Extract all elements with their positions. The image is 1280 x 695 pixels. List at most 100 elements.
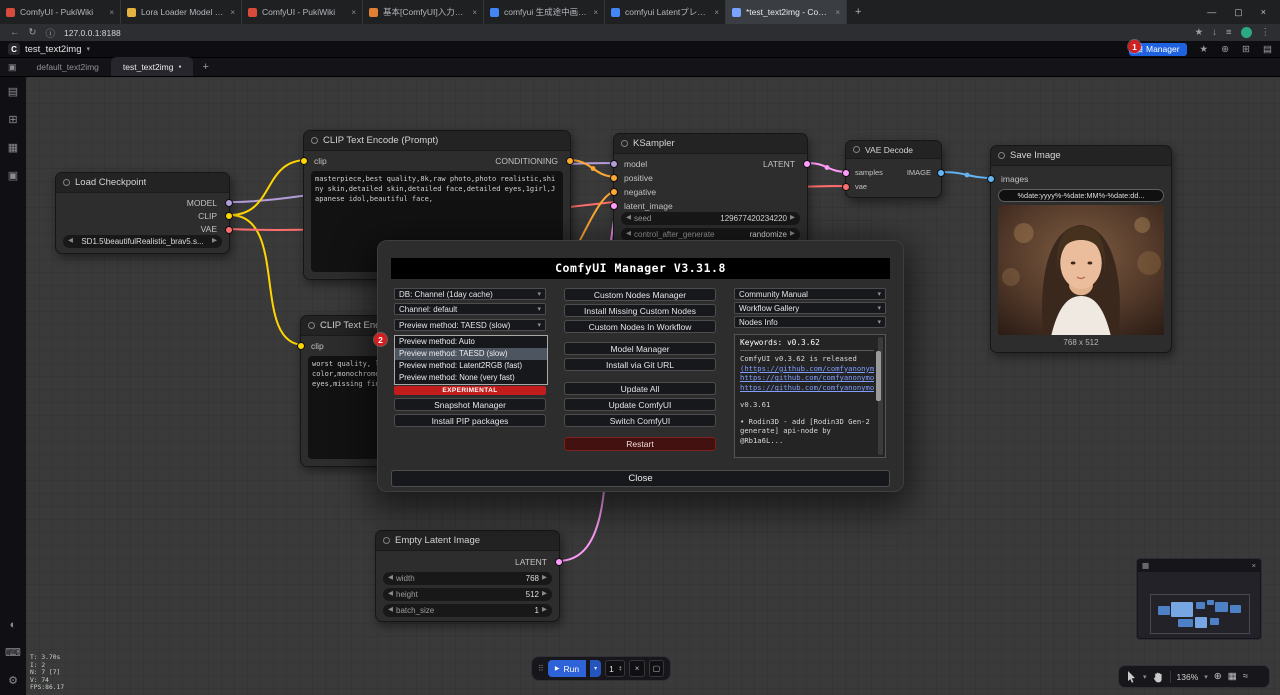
height-widget[interactable]: ◀ height 512 ▶ <box>383 588 552 601</box>
collapse-dot[interactable] <box>308 322 315 329</box>
minimap-close-icon[interactable]: × <box>1252 561 1256 570</box>
browser-menu-icon[interactable]: ⋮ <box>1261 27 1271 38</box>
run-button[interactable]: ▶ Run <box>548 660 586 677</box>
browser-tab[interactable]: comfyui Latentプレビュー - Google 検索× <box>605 0 726 24</box>
drag-handle-icon[interactable]: ⠿ <box>538 664 544 673</box>
new-workflow-button[interactable]: + <box>193 61 217 73</box>
tab-close-icon[interactable]: × <box>230 8 235 17</box>
browser-tab[interactable]: comfyui 生成途中画像 - Google 検索× <box>484 0 605 24</box>
dropdown-option[interactable]: Preview method: Latent2RGB (fast) <box>395 360 547 372</box>
tab-close-icon[interactable]: × <box>109 8 114 17</box>
minimap-toggle-icon[interactable]: ▦ <box>1228 672 1237 682</box>
left-arrow-icon[interactable]: ◀ <box>388 591 393 598</box>
site-info-icon[interactable]: ⓘ <box>45 26 55 40</box>
channel-select[interactable]: Channel: default▾ <box>394 303 546 315</box>
db-channel-select[interactable]: DB: Channel (1day cache)▾ <box>394 288 546 300</box>
left-arrow-icon[interactable]: ◀ <box>388 607 393 614</box>
right-arrow-icon[interactable]: ▶ <box>790 215 795 222</box>
port-positive-input[interactable] <box>610 174 618 182</box>
extensions-icon[interactable]: ≡ <box>1226 27 1232 38</box>
model-library-icon[interactable]: ▦ <box>8 141 18 154</box>
port-latent-output[interactable] <box>803 160 811 168</box>
workflows-icon[interactable]: ▣ <box>0 62 25 73</box>
browser-tab-active[interactable]: *test_text2img - ComfyUI× <box>726 0 847 24</box>
node-library-icon[interactable]: ⊞ <box>8 113 17 126</box>
run-options-chevron[interactable]: ▾ <box>590 660 601 677</box>
node-header[interactable]: KSampler <box>614 134 807 154</box>
select-tool-icon[interactable] <box>1127 671 1137 683</box>
node-header[interactable]: Save Image <box>991 146 1171 166</box>
zoom-level[interactable]: 136% <box>1177 672 1199 682</box>
port-latent-output[interactable] <box>555 558 563 566</box>
grid-view-icon[interactable]: ⊞ <box>1242 44 1250 55</box>
custom-nodes-manager-button[interactable]: Custom Nodes Manager <box>564 288 716 301</box>
collapse-dot[interactable] <box>311 137 318 144</box>
node-header[interactable]: CLIP Text Encode (Prompt) <box>304 131 570 151</box>
left-arrow-icon[interactable]: ◀ <box>388 575 393 582</box>
tab-close-icon[interactable]: × <box>472 8 477 17</box>
dropdown-option[interactable]: Preview method: None (very fast) <box>395 372 547 384</box>
back-icon[interactable]: ← <box>10 27 20 38</box>
nodes-info-select[interactable]: Nodes Info▾ <box>734 316 886 328</box>
install-pip-packages-button[interactable]: Install PIP packages <box>394 414 546 427</box>
shortcuts-icon[interactable]: ⌨ <box>5 646 21 659</box>
install-missing-custom-nodes-button[interactable]: Install Missing Custom Nodes <box>564 304 716 317</box>
install-via-git-url-button[interactable]: Install via Git URL <box>564 358 716 371</box>
window-minimize-button[interactable]: — <box>1207 7 1216 17</box>
node-ksampler[interactable]: KSampler model positive negative latent_… <box>613 133 808 245</box>
node-vae-decode[interactable]: VAE Decode samples IMAGE vae <box>845 140 942 198</box>
fit-view-icon[interactable]: ⊕ <box>1214 672 1222 682</box>
minimap-view[interactable] <box>1138 572 1260 638</box>
url-text[interactable]: 127.0.0.1:8188 <box>64 28 121 38</box>
port-images-input[interactable] <box>987 175 995 183</box>
right-arrow-icon[interactable]: ▶ <box>542 607 547 614</box>
workflow-tab-current[interactable]: test_text2img● <box>111 57 194 76</box>
comfyui-logo[interactable]: C <box>8 43 20 55</box>
browser-tab[interactable]: ComfyUI - PukiWiki× <box>0 0 121 24</box>
collapse-dot[interactable] <box>63 179 70 186</box>
news-scrollbar-thumb[interactable] <box>876 351 881 401</box>
right-arrow-icon[interactable]: ▶ <box>542 575 547 582</box>
news-link[interactable]: https://github.com/comfyanonymous/Com <box>740 383 874 393</box>
window-maximize-button[interactable]: ▢ <box>1234 7 1243 18</box>
restart-button[interactable]: Restart <box>564 437 716 451</box>
theme-icon[interactable]: ◐ <box>10 619 17 631</box>
right-arrow-icon[interactable]: ▶ <box>790 231 795 238</box>
node-header[interactable]: Load Checkpoint <box>56 173 229 193</box>
collapse-dot[interactable] <box>621 140 628 147</box>
filename-prefix-widget[interactable]: %date:yyyy%-%date:MM%-%date:dd... <box>998 189 1164 202</box>
panel-icon[interactable]: ▤ <box>1263 44 1272 55</box>
star-icon[interactable]: ★ <box>1200 44 1209 55</box>
browser-tab[interactable]: ComfyUI - PukiWiki× <box>242 0 363 24</box>
custom-nodes-in-workflow-button[interactable]: Custom Nodes In Workflow <box>564 320 716 333</box>
tab-close-icon[interactable]: × <box>351 8 356 17</box>
node-save-image[interactable]: Save Image images %date:yyyy%-%date:MM%-… <box>990 145 1172 353</box>
pan-tool-icon[interactable] <box>1153 671 1164 683</box>
profile-avatar[interactable] <box>1241 27 1252 38</box>
port-samples-input[interactable] <box>842 169 850 177</box>
stop-button[interactable]: ▢ <box>649 660 664 677</box>
port-negative-input[interactable] <box>610 188 618 196</box>
right-arrow-icon[interactable]: ▶ <box>542 591 547 598</box>
port-vae-input[interactable] <box>842 183 850 191</box>
dropdown-option-selected[interactable]: Preview method: TAESD (slow) <box>395 348 547 360</box>
batch-size-widget[interactable]: ◀ batch_size 1 ▶ <box>383 604 552 617</box>
browser-tab[interactable]: Lora Loader Model Only (Cond...× <box>121 0 242 24</box>
ckpt-name-widget[interactable]: ◀ SD1.5\beautifulRealistic_brav5.s... ▶ <box>63 235 222 248</box>
community-manual-select[interactable]: Community Manual▾ <box>734 288 886 300</box>
update-comfyui-button[interactable]: Update ComfyUI <box>564 398 716 411</box>
node-header[interactable]: Empty Latent Image <box>376 531 559 551</box>
port-model-output[interactable] <box>225 199 233 207</box>
news-link[interactable]: (https://github.com/comfyanonymous/Co <box>740 364 874 374</box>
tab-close-icon[interactable]: × <box>593 8 598 17</box>
dropdown-option[interactable]: Preview method: Auto <box>395 336 547 348</box>
node-load-checkpoint[interactable]: Load Checkpoint MODEL CLIP VAE ◀ SD1.5\b… <box>55 172 230 254</box>
close-button[interactable]: Close <box>391 470 890 487</box>
select-tool-chevron[interactable]: ▾ <box>1143 673 1147 681</box>
workflow-tab-default[interactable]: default_text2img <box>25 57 111 76</box>
port-image-output[interactable] <box>937 169 945 177</box>
settings-icon[interactable]: ⚙ <box>8 674 18 687</box>
bookmark-star-icon[interactable]: ★ <box>1195 27 1204 38</box>
refresh-icon[interactable]: ↻ <box>29 27 37 38</box>
queue-icon[interactable]: ▤ <box>8 85 18 98</box>
